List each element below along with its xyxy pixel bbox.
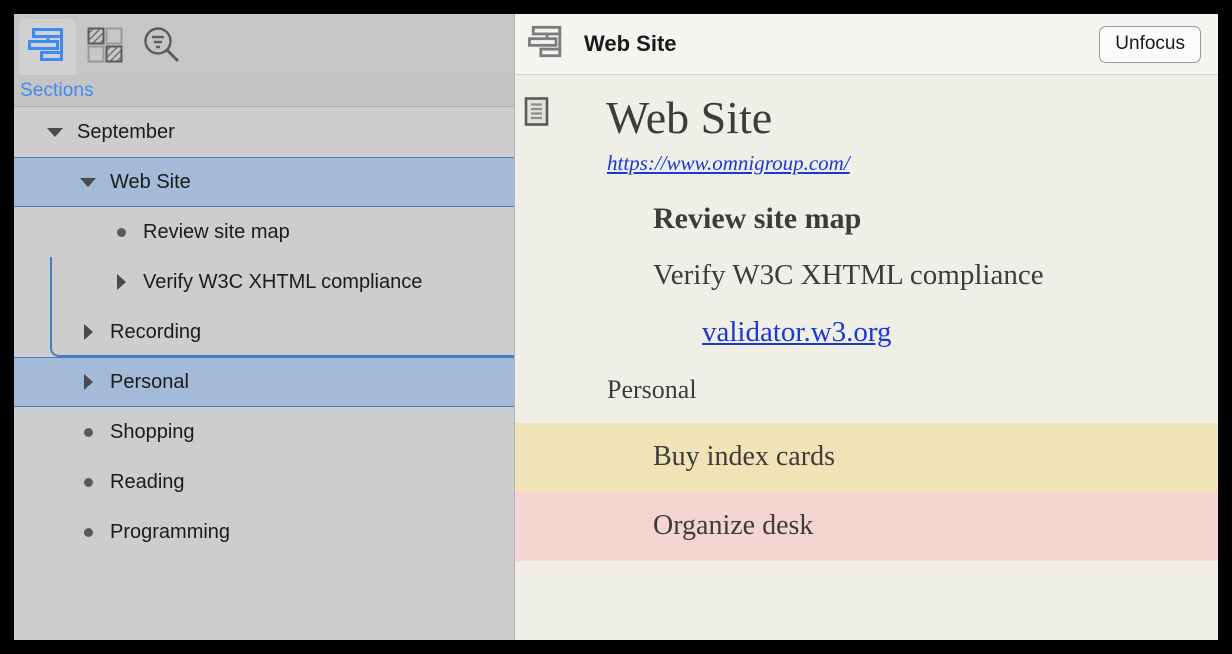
bullet-icon [110,221,132,243]
search-tab[interactable] [133,19,190,75]
document-heading: Review site map [653,201,862,235]
search-filter-icon [142,25,182,70]
bullet-icon [77,421,99,443]
sidebar: Sections September Web Site Review site ma… [14,14,515,640]
document-url-link[interactable]: https://www.omnigroup.com/ [515,147,850,176]
checkerboard-grid-icon [87,27,123,68]
sidebar-item-verify-w3c-xhtml-compliance[interactable]: Verify W3C XHTML compliance [14,257,514,307]
sidebar-item-programming[interactable]: Programming [14,507,514,557]
chevron-right-icon[interactable] [77,321,99,343]
chevron-right-icon[interactable] [110,271,132,293]
sidebar-item-recording[interactable]: Recording [14,307,514,357]
detail-header: Web Site Unfocus [515,14,1218,75]
styles-tab[interactable] [76,19,133,75]
document-paragraph: Verify W3C XHTML compliance [653,258,1044,291]
highlighted-row[interactable]: Buy index cards [515,422,1218,492]
sidebar-item-september[interactable]: September [14,107,514,157]
highlighted-row[interactable]: Organize desk [515,491,1218,561]
sidebar-item-personal[interactable]: Personal [14,357,514,407]
sidebar-item-review-site-map[interactable]: Review site map [14,207,514,257]
sections-tab[interactable] [19,19,76,75]
sections-tree: September Web Site Review site map Verify W… [14,107,514,640]
validator-link[interactable]: validator.w3.org [515,292,892,349]
sidebar-toolbar [14,14,514,75]
sidebar-item-shopping[interactable]: Shopping [14,407,514,457]
document-section-label: Personal [607,374,697,404]
bullet-icon [77,471,99,493]
sections-outline-icon [27,26,68,69]
sidebar-item-label: Personal [110,370,189,393]
sidebar-item-label: Reading [110,470,185,493]
sidebar-item-reading[interactable]: Reading [14,457,514,507]
sidebar-item-label: September [77,120,175,143]
document-body: Web Site https://www.omnigroup.com/ Revi… [515,75,1218,640]
sections-outline-icon [528,24,566,65]
unfocus-button[interactable]: Unfocus [1099,25,1201,63]
sidebar-item-web-site[interactable]: Web Site [14,157,514,207]
document-page-icon [524,97,550,132]
sidebar-item-label: Programming [110,520,231,543]
chevron-right-icon[interactable] [77,371,99,393]
detail-pane: Web Site Unfocus Web Site https://www.om… [515,14,1218,640]
bullet-icon [77,521,99,543]
chevron-down-icon[interactable] [77,171,99,193]
sidebar-item-label: Shopping [110,420,195,443]
sidebar-item-label: Web Site [110,170,191,193]
sidebar-item-label: Recording [110,320,202,343]
chevron-down-icon[interactable] [44,121,66,143]
sidebar-item-label: Review site map [143,220,290,243]
sidebar-item-label: Verify W3C XHTML compliance [143,270,423,293]
document-title: Web Site [606,92,773,143]
sections-header: Sections [14,75,514,107]
app-window: Sections September Web Site Review site ma… [14,14,1218,640]
page-title: Web Site [584,31,677,56]
sections-header-label: Sections [20,79,94,101]
